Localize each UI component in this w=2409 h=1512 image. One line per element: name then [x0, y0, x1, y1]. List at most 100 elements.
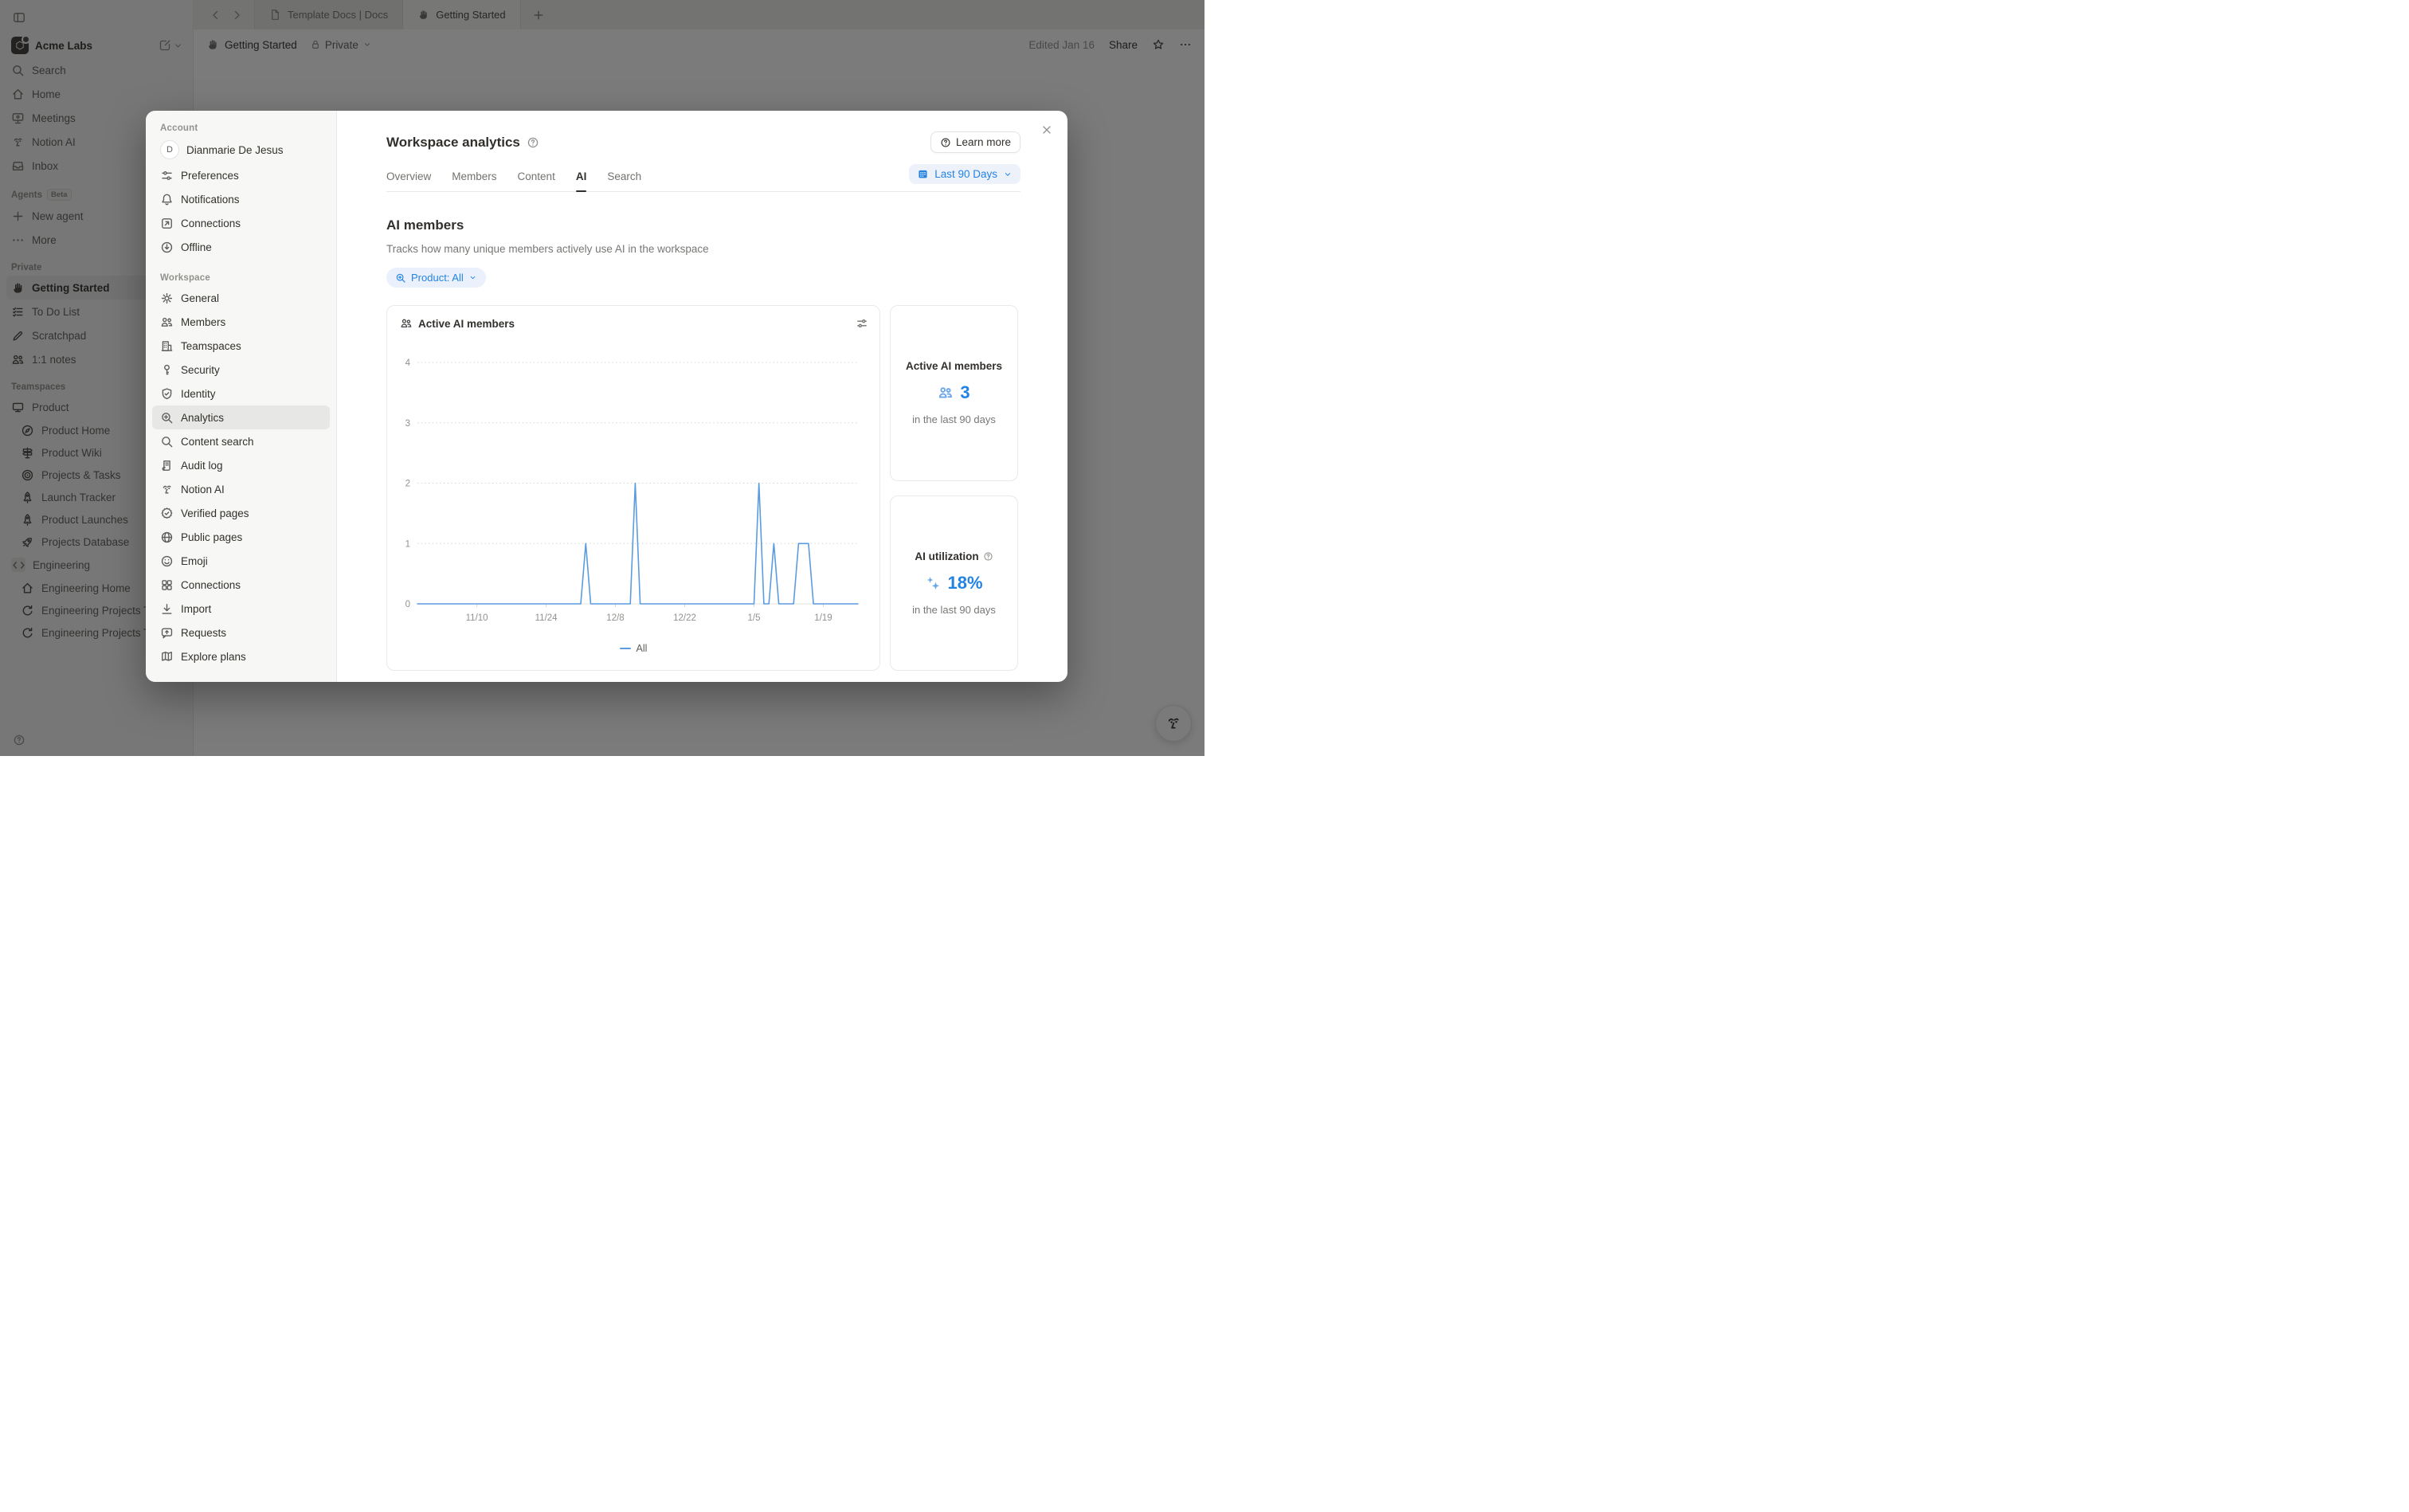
- menu-item-import[interactable]: Import: [152, 597, 330, 621]
- menu-item-label: Connections: [181, 579, 241, 591]
- tab-content[interactable]: Content: [518, 170, 555, 182]
- stat-title: Active AI members: [906, 360, 1002, 372]
- menu-item-analytics[interactable]: Analytics: [152, 405, 330, 429]
- badge-check-icon: [160, 507, 174, 520]
- menu-item-label: Members: [181, 316, 225, 328]
- menu-item-teamspaces[interactable]: Teamspaces: [152, 334, 330, 358]
- menu-item-emoji[interactable]: Emoji: [152, 549, 330, 573]
- menu-item-connections-account[interactable]: Connections: [152, 211, 330, 235]
- magnifier-plus-icon: [395, 272, 406, 284]
- date-range-dropdown[interactable]: Last 90 Days: [909, 164, 1020, 184]
- stat-value: 3: [960, 382, 969, 403]
- menu-item-connections-workspace[interactable]: Connections: [152, 573, 330, 597]
- sparkles-icon: [925, 575, 941, 591]
- menu-item-preferences[interactable]: Preferences: [152, 163, 330, 187]
- section-title: AI members: [386, 217, 1020, 233]
- menu-item-label: Public pages: [181, 531, 242, 543]
- scroll-icon: [160, 459, 174, 472]
- menu-item-content-search[interactable]: Content search: [152, 429, 330, 453]
- stat-caption: in the last 90 days: [912, 413, 996, 425]
- menu-item-notifications[interactable]: Notifications: [152, 187, 330, 211]
- line-chart: 0123411/1011/2412/812/221/51/19: [387, 306, 881, 672]
- tab-ai[interactable]: AI: [576, 170, 587, 182]
- menu-item-security[interactable]: Security: [152, 358, 330, 382]
- bell-icon: [160, 193, 174, 206]
- smiley-icon: [160, 554, 174, 568]
- stat-caption: in the last 90 days: [912, 604, 996, 616]
- svg-text:3: 3: [405, 419, 410, 429]
- menu-item-label: Connections: [181, 217, 241, 229]
- settings-menu: Account D Dianmarie De Jesus Preferences…: [146, 111, 337, 682]
- stat-column: Active AI members 3 in the last 90 days …: [890, 305, 1018, 671]
- svg-text:12/8: 12/8: [606, 613, 624, 623]
- download-arrow-icon: [160, 602, 174, 616]
- people-icon: [938, 385, 954, 401]
- stat-title: AI utilization: [915, 550, 978, 562]
- gear-icon: [160, 292, 174, 305]
- svg-text:11/24: 11/24: [535, 613, 558, 623]
- close-icon[interactable]: [1040, 123, 1053, 136]
- key-icon: [160, 363, 174, 377]
- menu-section-workspace: Workspace: [146, 270, 336, 286]
- menu-item-general[interactable]: General: [152, 286, 330, 310]
- panel-title: Workspace analytics: [386, 135, 520, 151]
- menu-item-requests[interactable]: Requests: [152, 621, 330, 644]
- message-up-icon: [160, 626, 174, 640]
- menu-item-account-user[interactable]: D Dianmarie De Jesus: [152, 136, 330, 163]
- product-filter-dropdown[interactable]: Product: All: [386, 268, 486, 288]
- svg-text:1/19: 1/19: [814, 613, 832, 623]
- grid-icon: [160, 578, 174, 592]
- menu-item-label: Requests: [181, 627, 226, 639]
- menu-item-label: Analytics: [181, 412, 224, 424]
- menu-item-label: Audit log: [181, 460, 223, 472]
- legend-swatch: [620, 648, 631, 650]
- ai-utilization-stat-card: AI utilization 18% in the last 90 days: [890, 496, 1018, 672]
- svg-text:1: 1: [405, 539, 410, 549]
- menu-section-account: Account: [146, 120, 336, 136]
- calendar-icon: [917, 168, 929, 180]
- chevron-down-icon: [1003, 170, 1013, 179]
- menu-item-label: Notion AI: [181, 484, 225, 496]
- tab-members[interactable]: Members: [452, 170, 496, 182]
- stat-value: 18%: [947, 573, 982, 593]
- magnifier-plus-icon: [160, 411, 174, 425]
- menu-item-label: Offline: [181, 241, 212, 253]
- tab-search[interactable]: Search: [607, 170, 641, 182]
- menu-item-label: Preferences: [181, 170, 239, 182]
- preferences-icon: [160, 169, 174, 182]
- help-circle-icon: [940, 137, 951, 148]
- people-icon: [400, 317, 413, 330]
- people-icon: [160, 315, 174, 329]
- chart-title: Active AI members: [418, 318, 515, 330]
- menu-item-members[interactable]: Members: [152, 310, 330, 334]
- chevron-down-icon: [468, 273, 477, 282]
- section-description: Tracks how many unique members actively …: [386, 243, 1020, 255]
- help-circle-icon[interactable]: [983, 551, 993, 562]
- menu-item-public-pages[interactable]: Public pages: [152, 525, 330, 549]
- tab-overview[interactable]: Overview: [386, 170, 431, 182]
- menu-item-label: Explore plans: [181, 651, 246, 663]
- menu-item-label: Identity: [181, 388, 216, 400]
- menu-item-explore-plans[interactable]: Explore plans: [152, 644, 330, 668]
- menu-item-label: Security: [181, 364, 220, 376]
- menu-item-label: Content search: [181, 436, 254, 448]
- globe-icon: [160, 531, 174, 544]
- svg-text:12/22: 12/22: [673, 613, 696, 623]
- arrow-up-right-square-icon: [160, 217, 174, 230]
- menu-item-notion-ai[interactable]: Notion AI: [152, 477, 330, 501]
- svg-text:1/5: 1/5: [748, 613, 761, 623]
- help-circle-icon[interactable]: [527, 136, 539, 149]
- download-circle-icon: [160, 241, 174, 254]
- svg-text:11/10: 11/10: [466, 613, 488, 623]
- analytics-tabs: Overview Members Content AI Search Last …: [386, 170, 1020, 192]
- map-icon: [160, 650, 174, 664]
- menu-item-audit-log[interactable]: Audit log: [152, 453, 330, 477]
- menu-item-verified-pages[interactable]: Verified pages: [152, 501, 330, 525]
- menu-item-identity[interactable]: Identity: [152, 382, 330, 405]
- analytics-panel: Workspace analytics Learn more Overview …: [337, 111, 1067, 682]
- learn-more-button[interactable]: Learn more: [930, 131, 1020, 153]
- menu-item-offline[interactable]: Offline: [152, 235, 330, 259]
- svg-text:0: 0: [405, 600, 410, 609]
- legend-label: All: [637, 643, 648, 654]
- sliders-icon[interactable]: [856, 317, 868, 330]
